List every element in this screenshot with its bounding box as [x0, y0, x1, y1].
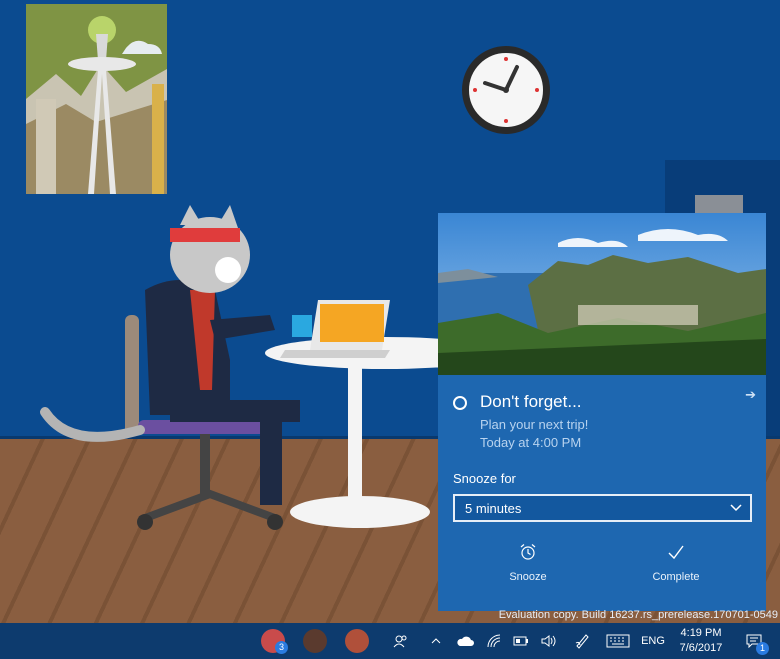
- toast-subtitle: Plan your next trip!: [480, 417, 589, 432]
- clock-time: 4:19 PM: [680, 627, 722, 639]
- snooze-duration-value: 5 minutes: [465, 501, 522, 516]
- people-contact-1[interactable]: 3: [258, 623, 288, 659]
- wifi-icon[interactable]: [484, 623, 506, 659]
- checkmark-icon: [668, 545, 684, 560]
- wall-clock: [462, 46, 550, 134]
- pen-workspace-icon[interactable]: [570, 623, 594, 659]
- complete-button[interactable]: Complete: [616, 543, 736, 583]
- people-contact-2[interactable]: [300, 623, 330, 659]
- space-needle-poster: [26, 4, 167, 194]
- complete-button-label: Complete: [652, 571, 700, 583]
- clock-date: 7/6/2017: [679, 642, 723, 654]
- alarm-clock-icon: [520, 544, 536, 560]
- trip-photo: [438, 213, 766, 375]
- toast-title: Don't forget...: [480, 392, 582, 411]
- snooze-duration-select[interactable]: 5 minutes: [453, 494, 752, 522]
- taskbar-clock[interactable]: 4:19 PM 7/6/2017: [671, 626, 731, 656]
- cat-at-desk-illustration: [40, 205, 450, 530]
- snooze-label: Snooze for: [453, 471, 516, 486]
- battery-icon[interactable]: [510, 623, 532, 659]
- people-contact-3[interactable]: [342, 623, 372, 659]
- onedrive-icon[interactable]: [453, 623, 477, 659]
- people-icon[interactable]: [388, 623, 414, 659]
- snooze-button[interactable]: Snooze: [468, 543, 588, 583]
- reminder-toast[interactable]: ➔ Don't forget... Plan your next trip! T…: [438, 213, 766, 611]
- snooze-button-label: Snooze: [509, 571, 547, 583]
- complete-radio[interactable]: [453, 396, 467, 410]
- action-center-button[interactable]: 1: [738, 623, 770, 659]
- avatar: [303, 629, 327, 653]
- input-language[interactable]: ENG: [638, 623, 668, 659]
- toast-time: Today at 4:00 PM: [480, 435, 582, 450]
- expand-arrow-icon[interactable]: ➔: [745, 387, 756, 403]
- notification-badge: 3: [275, 641, 288, 654]
- chevron-down-icon: [730, 504, 742, 512]
- volume-icon[interactable]: [538, 623, 560, 659]
- touch-keyboard-icon[interactable]: [602, 623, 634, 659]
- chevron-up-icon[interactable]: [427, 623, 445, 659]
- taskbar: 3 ENG 4:19 PM 7/6/2017 1: [0, 623, 780, 659]
- notification-count-badge: 1: [756, 642, 769, 655]
- evaluation-watermark: Evaluation copy. Build 16237.rs_prerelea…: [498, 609, 778, 621]
- avatar: [345, 629, 369, 653]
